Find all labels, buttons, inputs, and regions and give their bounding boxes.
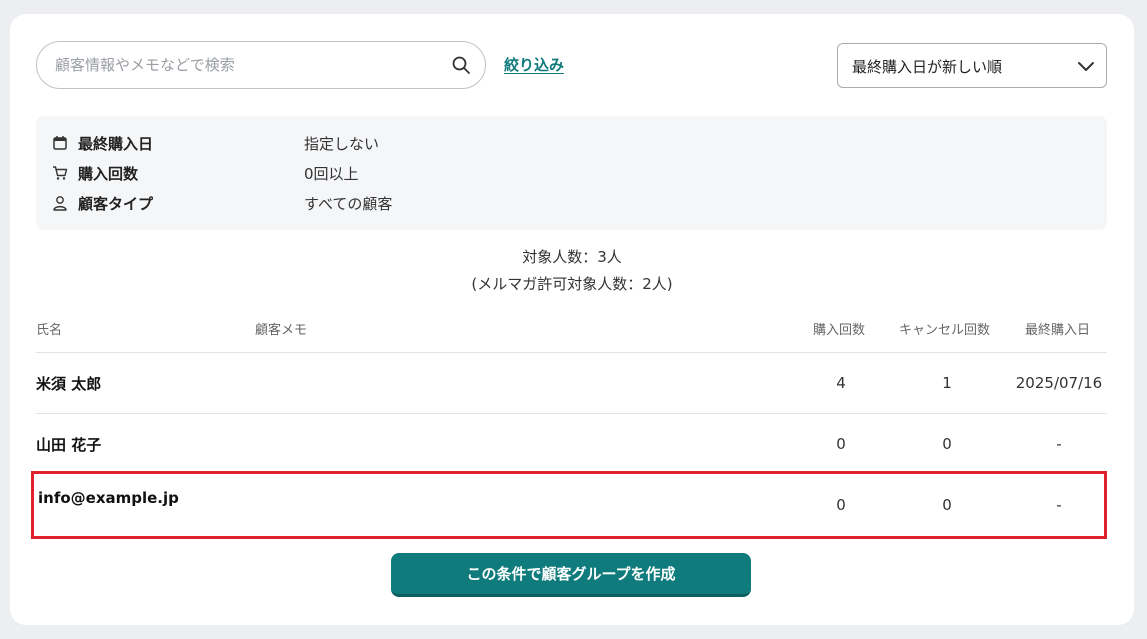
customer-name[interactable]: 山田 花子 (36, 434, 101, 455)
highlight-box (31, 471, 1107, 539)
header-name: 氏名 (36, 323, 63, 338)
search-input[interactable] (55, 42, 435, 88)
condition-value: 指定しない (304, 135, 380, 153)
target-count: 対象人数：3人 (522, 248, 622, 266)
condition-label: 最終購入日 (78, 135, 154, 153)
purchase-count: 4 (836, 374, 846, 392)
cart-icon (53, 166, 68, 180)
customer-name[interactable]: 米須 太郎 (36, 373, 101, 394)
header-cancels: キャンセル回数 (899, 323, 991, 338)
chevron-down-icon (1078, 62, 1094, 71)
last-purchase-date: - (1056, 435, 1062, 453)
header-purchases: 購入回数 (813, 323, 866, 338)
condition-value: すべての顧客 (304, 195, 393, 213)
filter-conditions-panel: 最終購入日 指定しない 購入回数 0回以上 顧客タイプ すべての顧客 (36, 116, 1107, 230)
last-purchase-date: 2025/07/16 (1015, 374, 1103, 392)
cancel-count: 1 (942, 374, 952, 392)
calendar-icon (53, 136, 67, 150)
table-row[interactable]: 米須 太郎 4 1 2025/07/16 (36, 353, 1107, 413)
condition-last-purchase: 最終購入日 指定しない (52, 132, 1092, 154)
condition-label: 購入回数 (78, 165, 139, 183)
header-last-purchase: 最終購入日 (1025, 323, 1091, 338)
condition-customer-type: 顧客タイプ すべての顧客 (52, 192, 1092, 214)
search-box[interactable] (36, 41, 486, 89)
condition-purchase-count: 購入回数 0回以上 (52, 162, 1092, 184)
table-row[interactable]: 山田 花子 0 0 - (36, 414, 1107, 474)
header-memo: 顧客メモ (255, 323, 308, 338)
search-icon[interactable] (451, 55, 471, 75)
filter-link[interactable]: 絞り込み (504, 54, 564, 75)
customer-list-card: 絞り込み 最終購入日が新しい順 最終購入日 指定しない 購入回数 0回以上 (10, 14, 1134, 625)
person-icon (53, 196, 67, 211)
cancel-count: 0 (942, 435, 952, 453)
sort-selected-value: 最終購入日が新しい順 (852, 58, 1003, 76)
sort-select[interactable]: 最終購入日が新しい順 (837, 43, 1107, 88)
condition-value: 0回以上 (304, 165, 359, 183)
purchase-count: 0 (836, 435, 846, 453)
create-customer-group-button[interactable]: この条件で顧客グループを作成 (391, 553, 751, 597)
newsletter-count: (メルマガ許可対象人数：2人) (471, 275, 673, 293)
condition-label: 顧客タイプ (78, 195, 154, 213)
